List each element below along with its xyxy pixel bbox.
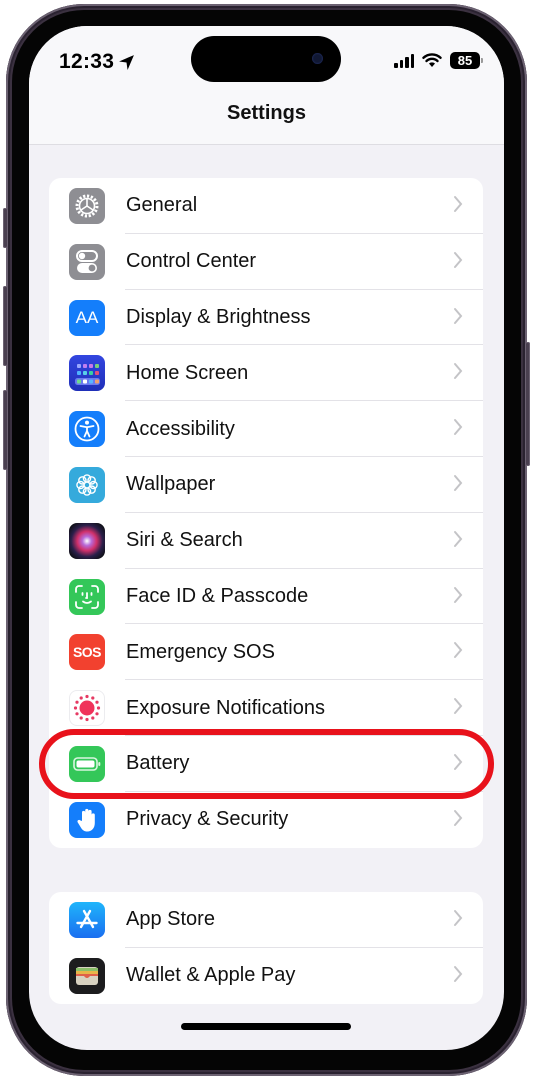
item-label: Wallpaper (126, 473, 216, 496)
chevron-right-icon (454, 363, 463, 380)
item-label: General (126, 194, 198, 217)
action-button (3, 208, 8, 248)
settings-item-general[interactable]: General (49, 178, 483, 234)
chevron-right-icon (454, 196, 463, 212)
cellular-signal-icon (394, 53, 414, 68)
settings-item-emergency-sos[interactable]: SOS Emergency SOS (49, 624, 483, 681)
screen: 12:33 85 Settings General Control Center… (29, 26, 504, 1050)
chevron-right-icon (454, 965, 463, 982)
chevron-right-icon (454, 642, 463, 659)
volume-down-button (3, 390, 8, 470)
item-label: Control Center (126, 250, 257, 273)
front-camera (312, 53, 323, 64)
chevron-right-icon (454, 910, 463, 926)
sos-icon: SOS (69, 634, 105, 671)
status-time: 12:33 (59, 50, 135, 74)
toggles-icon (69, 243, 105, 280)
chevron-right-icon (454, 474, 463, 491)
power-button (525, 342, 530, 466)
icon-glyph: SOS (72, 644, 102, 661)
chevron-right-icon (454, 307, 463, 324)
exposure-notifications-icon (69, 690, 105, 727)
settings-item-wallet-apple-pay[interactable]: Wallet & Apple Pay (49, 948, 483, 1004)
chevron-right-icon (454, 698, 463, 715)
wifi-icon (422, 53, 442, 67)
time-text: 12:33 (59, 50, 115, 73)
settings-item-app-store[interactable]: App Store (49, 892, 483, 948)
chevron-right-icon (454, 586, 463, 603)
face-id-icon (69, 578, 105, 615)
hand-icon (69, 801, 105, 838)
item-label: Battery (126, 752, 190, 775)
icon-glyph: AA (75, 307, 99, 327)
accessibility-icon (69, 411, 105, 448)
settings-item-siri-search[interactable]: Siri & Search (49, 513, 483, 569)
status-indicators: 85 (394, 52, 483, 69)
settings-item-home-screen[interactable]: Home Screen (49, 345, 483, 402)
settings-item-face-id-passcode[interactable]: Face ID & Passcode (49, 569, 483, 625)
item-label: Accessibility (126, 417, 235, 440)
wallet-icon (69, 957, 105, 994)
chevron-right-icon (454, 530, 463, 547)
item-label: Face ID & Passcode (126, 584, 309, 607)
battery-percent: 85 (457, 53, 473, 68)
chevron-right-icon (454, 251, 463, 268)
item-label: Privacy & Security (126, 808, 289, 831)
dynamic-island (191, 36, 341, 82)
text-size-icon: AA (69, 299, 105, 336)
siri-icon (69, 522, 105, 559)
settings-item-exposure-notifications[interactable]: Exposure Notifications (49, 680, 483, 736)
settings-item-wallpaper[interactable]: Wallpaper (49, 457, 483, 513)
chevron-right-icon (454, 753, 463, 770)
item-label: Display & Brightness (126, 305, 311, 328)
app-store-icon (69, 902, 105, 938)
item-label: Home Screen (126, 361, 249, 384)
page-title: Settings (227, 102, 306, 124)
battery-level-indicator: 85 (450, 52, 483, 69)
chevron-right-icon (454, 419, 463, 436)
settings-item-control-center[interactable]: Control Center (49, 234, 483, 290)
item-label: Exposure Notifications (126, 696, 325, 719)
volume-up-button (3, 286, 8, 366)
item-label: Siri & Search (126, 529, 243, 552)
settings-item-accessibility[interactable]: Accessibility (49, 401, 483, 457)
navigation-header: 12:33 85 Settings (29, 26, 504, 145)
settings-item-display-brightness[interactable]: AA Display & Brightness (49, 290, 483, 346)
settings-item-privacy-security[interactable]: Privacy & Security (49, 792, 483, 848)
home-screen-grid-icon (69, 355, 105, 392)
item-label: Emergency SOS (126, 640, 275, 663)
battery-icon (69, 745, 105, 782)
gear-icon (69, 188, 105, 224)
home-indicator[interactable] (181, 1023, 351, 1030)
item-label: App Store (126, 908, 215, 931)
wallpaper-flower-icon (69, 466, 105, 503)
settings-item-battery[interactable]: Battery (49, 736, 483, 792)
chevron-right-icon (454, 809, 463, 826)
settings-group-main: General Control Center AA Display & Brig (49, 178, 483, 848)
settings-group-store: App Store Wallet & Apple Pay (49, 892, 483, 1004)
location-arrow-icon (119, 54, 135, 70)
item-label: Wallet & Apple Pay (126, 964, 296, 987)
